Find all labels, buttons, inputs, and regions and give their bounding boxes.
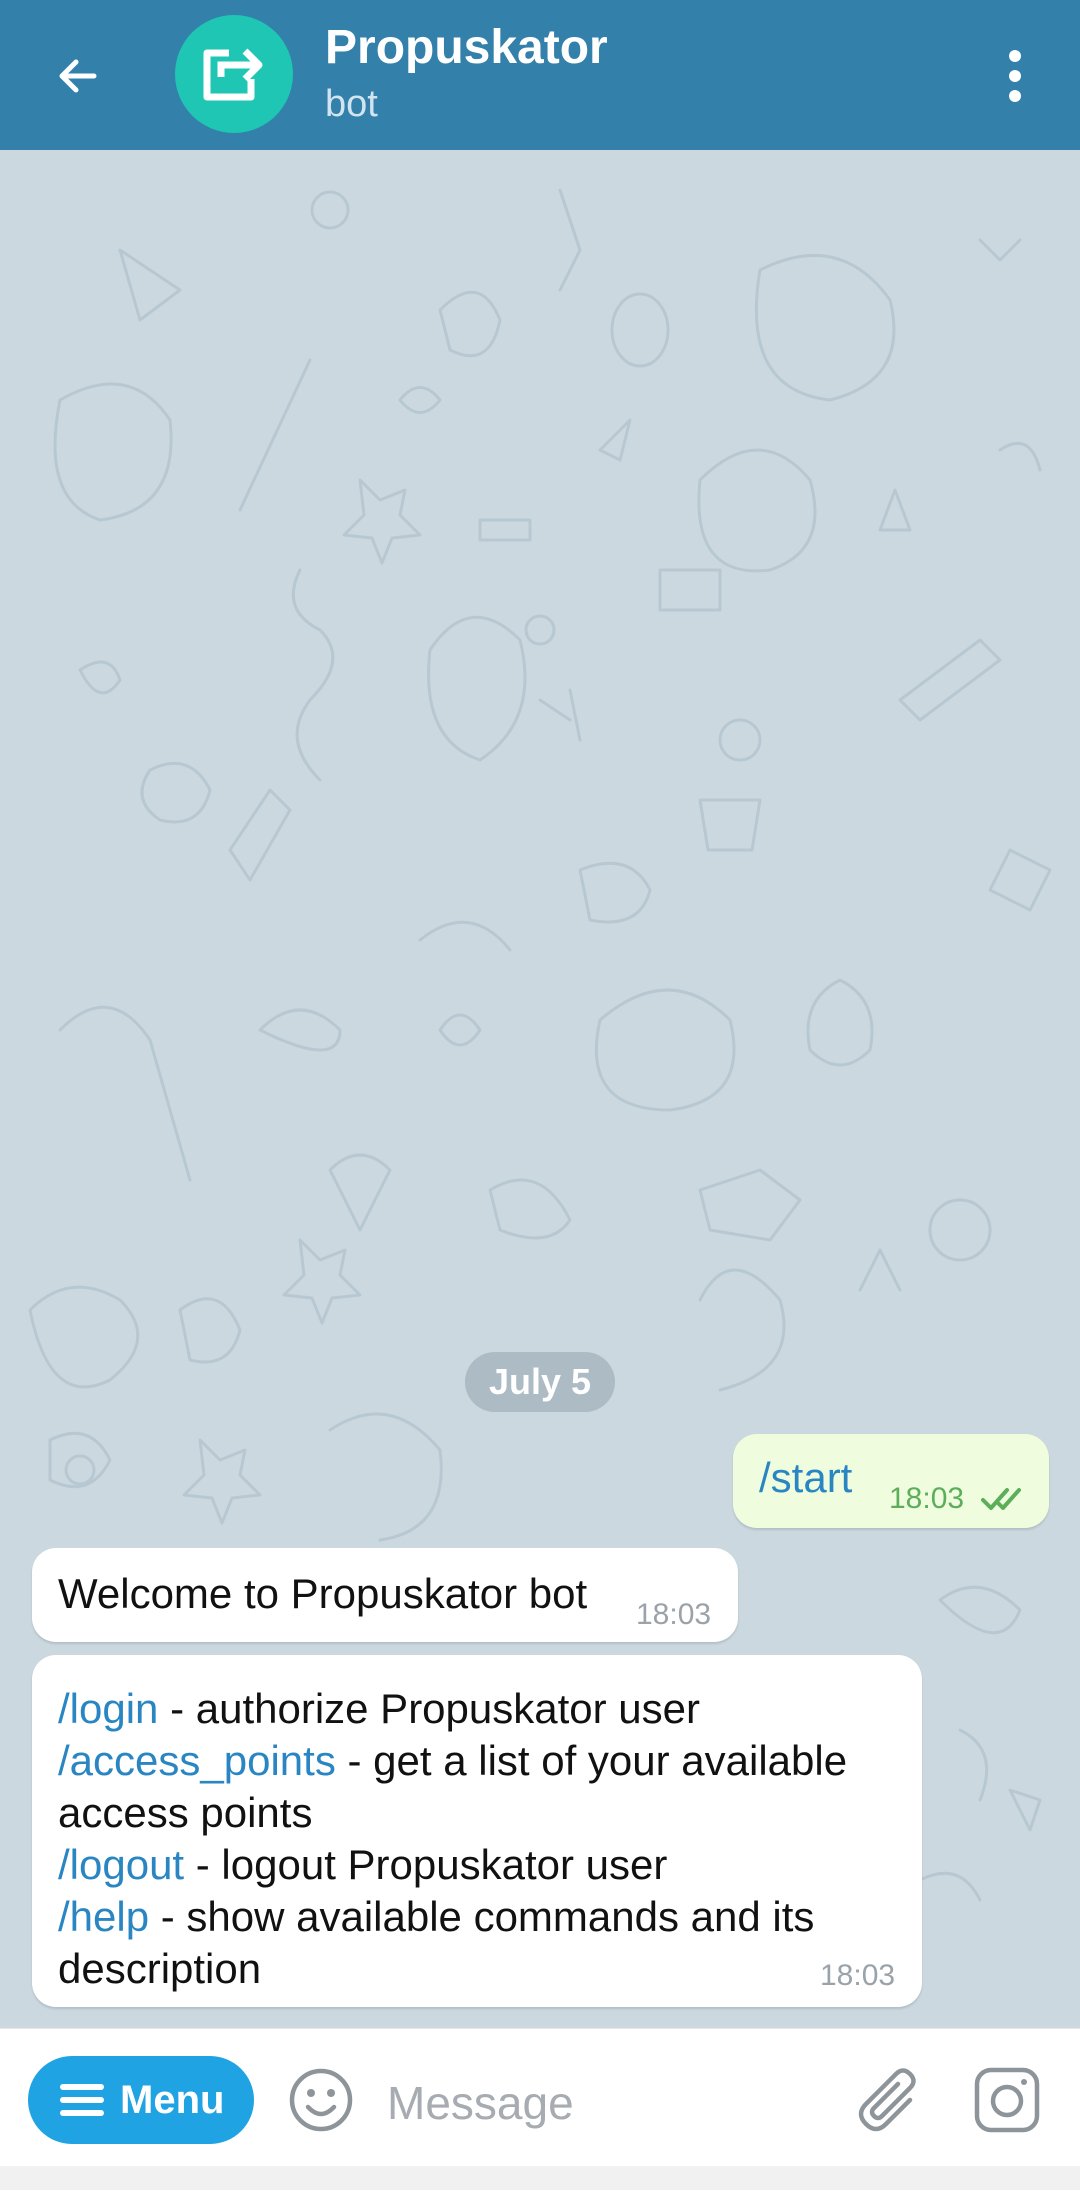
share-forward-icon [203, 48, 263, 101]
message-input[interactable] [385, 2069, 829, 2137]
emoji-icon [289, 2068, 353, 2132]
arrow-left-icon [59, 59, 97, 93]
camera-icon [974, 2067, 1040, 2133]
message-text: Welcome to Propuskator bot [58, 1570, 588, 1617]
system-nav-bar [0, 2166, 1080, 2190]
command-link-login[interactable]: /login [58, 1685, 158, 1732]
command-line: /login - authorize Propuskator user [58, 1683, 908, 1735]
hamburger-icon [60, 2083, 104, 2117]
command-description: - logout Propuskator user [184, 1841, 668, 1888]
message-incoming[interactable]: Welcome to Propuskator bot 18:03 [32, 1548, 738, 1642]
menu-button-label: Menu [120, 2077, 225, 2122]
command-description: - authorize Propuskator user [158, 1685, 700, 1732]
date-separator: July 5 [465, 1352, 615, 1412]
back-button[interactable] [30, 28, 126, 124]
chat-subtitle: bot [325, 83, 378, 125]
command-line: /help - show available commands and its [58, 1891, 908, 1943]
command-list: /login - authorize Propuskator user /acc… [58, 1683, 908, 1995]
command-description: description [58, 1945, 262, 1992]
command-line: /logout - logout Propuskator user [58, 1839, 908, 1891]
message-outgoing[interactable]: /start 18:03 [733, 1434, 1049, 1528]
avatar[interactable] [175, 15, 293, 133]
command-link-logout[interactable]: /logout [58, 1841, 184, 1888]
command-line: access points [58, 1787, 908, 1839]
message-time: 18:03 [636, 1598, 712, 1631]
camera-button[interactable] [972, 2065, 1042, 2135]
message-time: 18:03 [889, 1482, 965, 1515]
command-description: access points [58, 1789, 313, 1836]
double-check-icon [981, 1488, 1021, 1510]
command-description: - show available commands and its [149, 1893, 815, 1940]
chat-title[interactable]: Propuskator [325, 20, 608, 76]
chat-header: Propuskator bot [0, 0, 1080, 150]
command-line: /access_points - get a list of your avai… [58, 1735, 908, 1787]
chat-area[interactable]: July 5 /start 18:03 Welcome to Propuskat… [0, 150, 1080, 2028]
message-time: 18:03 [820, 1959, 896, 1992]
command-line: description [58, 1943, 908, 1995]
bot-menu-button[interactable]: Menu [28, 2056, 254, 2144]
command-description: - get a list of your available [335, 1737, 848, 1784]
command-link-help[interactable]: /help [58, 1893, 149, 1940]
attach-button[interactable] [850, 2064, 922, 2136]
paperclip-icon [858, 2068, 916, 2132]
more-options-button[interactable] [975, 28, 1055, 124]
command-link-access-points[interactable]: /access_points [58, 1737, 336, 1784]
emoji-button[interactable] [288, 2067, 354, 2133]
more-vertical-icon [1009, 50, 1021, 102]
message-text[interactable]: /start [759, 1454, 852, 1502]
message-incoming[interactable]: /login - authorize Propuskator user /acc… [32, 1655, 922, 2007]
